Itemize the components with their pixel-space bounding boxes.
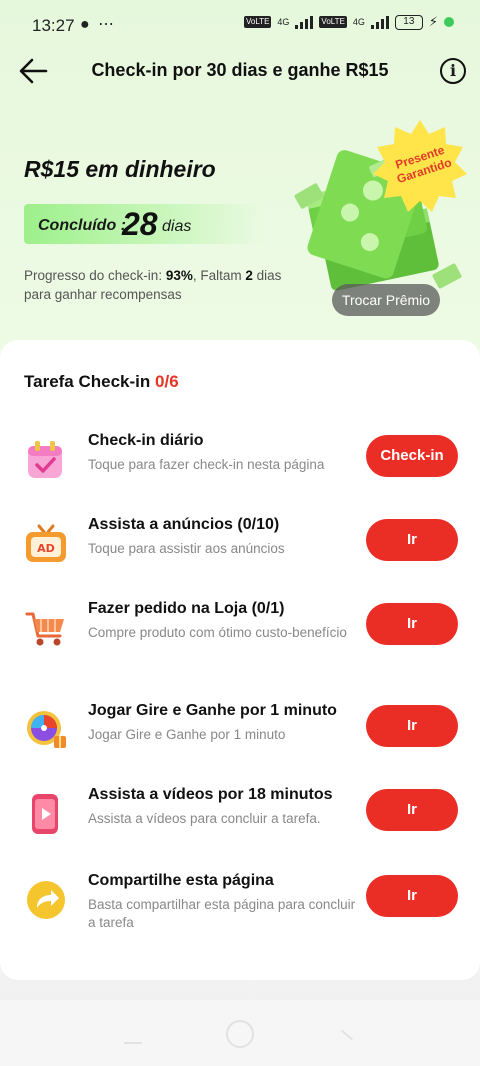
go-button[interactable]: Ir	[366, 519, 458, 561]
task-share-page: Compartilhe esta página Basta compartilh…	[0, 872, 480, 942]
reward-title: R$15 em dinheiro	[24, 156, 216, 182]
task-title: Assista a vídeos por 18 minutos	[88, 786, 333, 803]
task-subtitle: Toque para fazer check-in nesta página	[88, 457, 325, 472]
svg-text:AD: AD	[37, 542, 55, 555]
volte-icon-2: VoLTE	[319, 16, 347, 28]
header: Check-in por 30 dias e ganhe R$15 i	[0, 48, 480, 94]
nav-back-icon[interactable]	[340, 1029, 354, 1041]
signal-icon-2	[370, 15, 389, 29]
tasks-card: Tarefa Check-in 0/6 Check-in diário Toqu…	[0, 340, 480, 980]
ad-tv-icon: AD	[26, 524, 66, 562]
network-label-a: 4G	[277, 17, 290, 27]
go-button[interactable]: Ir	[366, 603, 458, 645]
system-nav-bar	[0, 1000, 480, 1066]
status-right-icons: VoLTE 4G VoLTE 4G 13 ⚡	[243, 14, 454, 30]
tasks-count: 0/6	[155, 372, 179, 391]
task-daily-checkin: Check-in diário Toque para fazer check-i…	[0, 432, 480, 502]
go-button[interactable]: Ir	[366, 875, 458, 917]
charging-icon: ⚡	[428, 14, 438, 29]
recents-icon[interactable]	[124, 1042, 142, 1044]
completed-days-count: 28	[122, 206, 158, 242]
task-title: Compartilhe esta página	[88, 872, 274, 889]
calendar-check-icon	[28, 441, 62, 478]
task-store-order: Fazer pedido na Loja (0/1) Compre produt…	[0, 600, 480, 670]
network-label-b: 4G	[352, 17, 365, 27]
tasks-title-text: Tarefa Check-in	[24, 372, 156, 391]
status-time: 13:27	[32, 16, 75, 35]
task-subtitle: Jogar Gire e Ganhe por 1 minuto	[88, 727, 286, 742]
info-icon[interactable]: i	[440, 58, 466, 84]
task-spin-and-win: Jogar Gire e Ganhe por 1 minuto Jogar Gi…	[0, 702, 480, 772]
page-title: Check-in por 30 dias e ganhe R$15	[91, 60, 389, 80]
task-title: Check-in diário	[88, 432, 204, 449]
progress-percent: 93%	[165, 268, 193, 283]
volte-icon: VoLTE	[243, 16, 272, 28]
completed-days-unit: dias	[162, 218, 192, 235]
task-title: Fazer pedido na Loja (0/1)	[88, 600, 285, 617]
progress-description: Progresso do check-in: 93%, Faltam 2 dia…	[24, 266, 284, 304]
battery-icon: 13	[394, 14, 423, 30]
task-title: Assista a anúncios (0/10)	[88, 516, 280, 533]
go-button[interactable]: Ir	[366, 705, 458, 747]
task-title: Jogar Gire e Ganhe por 1 minuto	[88, 702, 337, 719]
progress-prefix: Progresso do check-in:	[24, 268, 166, 283]
progress-middle: , Faltam	[192, 268, 246, 283]
shopping-cart-icon	[25, 612, 64, 646]
tasks-card-title: Tarefa Check-in 0/6	[24, 372, 179, 392]
trade-prize-button[interactable]: Trocar Prêmio	[332, 284, 440, 316]
status-bar: 13:27 ● ⋯ VoLTE 4G VoLTE 4G 13 ⚡	[0, 0, 480, 52]
share-arrow-icon	[27, 881, 65, 919]
prize-wheel-icon	[27, 711, 66, 748]
task-subtitle: Compre produto com ótimo custo-benefício	[88, 625, 347, 640]
video-phone-icon	[32, 794, 58, 834]
completed-days-pill: Concluído : 28 dias	[24, 204, 264, 244]
task-watch-ads: AD Assista a anúncios (0/10) Toque para …	[0, 516, 480, 586]
notification-icons: ● ⋯	[80, 16, 117, 33]
signal-icon	[295, 15, 314, 29]
completed-label: Concluído :	[38, 217, 126, 234]
task-subtitle: Assista a vídeos para concluir a tarefa.	[88, 811, 321, 826]
task-subtitle: Toque para assistir aos anúncios	[88, 541, 285, 556]
go-button[interactable]: Ir	[366, 789, 458, 831]
checkin-button[interactable]: Check-in	[366, 435, 458, 477]
home-icon[interactable]	[226, 1020, 254, 1048]
green-dot-icon	[444, 17, 454, 27]
days-left: 2	[245, 268, 253, 283]
task-watch-videos: Assista a vídeos por 18 minutos Assista …	[0, 786, 480, 856]
task-subtitle: Basta compartilhar esta página para conc…	[88, 897, 356, 930]
